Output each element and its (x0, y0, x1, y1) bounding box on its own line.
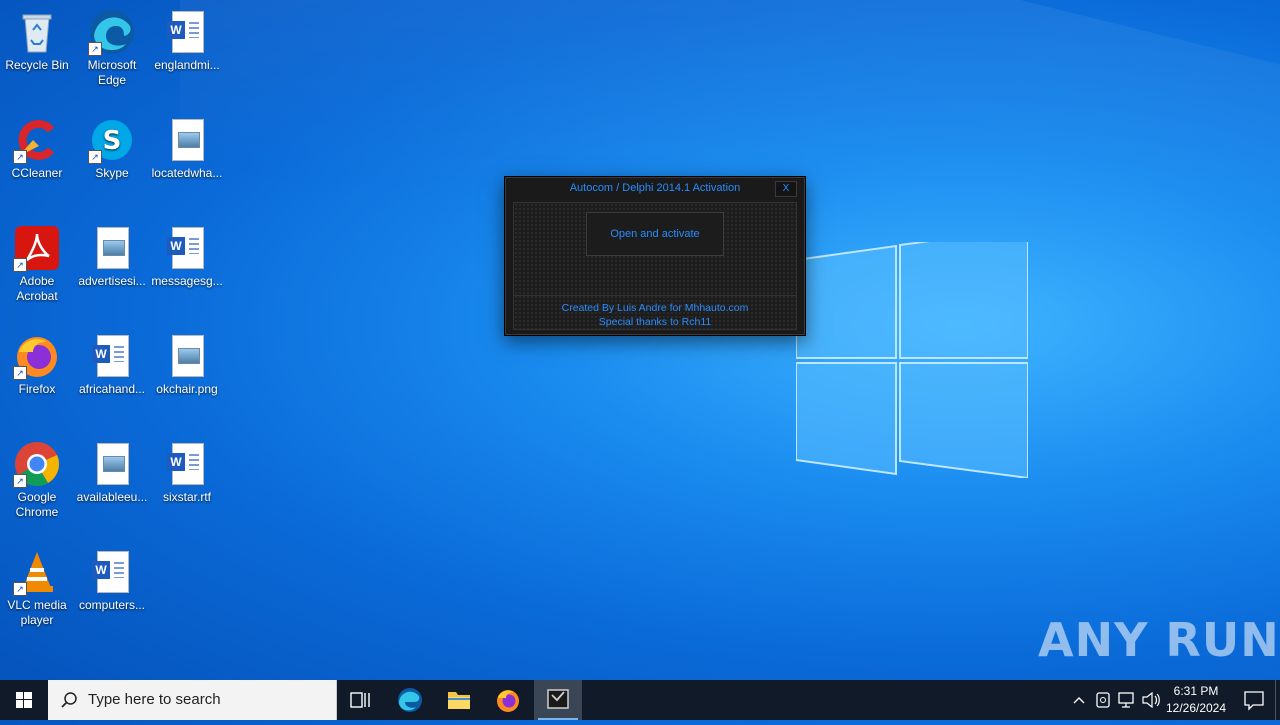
word-doc-icon: W (163, 8, 211, 56)
desktop-icon-label: okchair.png (156, 382, 218, 396)
show-desktop-button[interactable] (1275, 680, 1280, 720)
network-icon (1118, 692, 1134, 708)
desktop-icon-vlc[interactable]: ↗ VLC media player (0, 544, 74, 628)
shortcut-arrow-icon: ↗ (13, 474, 27, 488)
firefox-icon (497, 690, 519, 712)
credit-line-2: Special thanks to Rch11 (598, 316, 712, 328)
desktop-icon-okchair[interactable]: okchair.png (150, 328, 224, 397)
desktop-icon-skype[interactable]: S ↗ Skype (75, 112, 149, 181)
desktop-icon-microsoft-edge[interactable]: ↗ Microsoft Edge (75, 4, 149, 88)
open-and-activate-button[interactable]: Open and activate (586, 212, 724, 256)
action-center-button[interactable] (1234, 680, 1274, 720)
desktop-icon-label: locatedwha... (151, 166, 223, 180)
desktop-icon-recycle-bin[interactable]: Recycle Bin (0, 4, 74, 73)
desktop-icon-label: Google Chrome (15, 490, 59, 519)
word-doc-icon: W (88, 332, 136, 380)
tray-device-icon-button[interactable] (1091, 680, 1115, 720)
word-doc-icon: W (163, 224, 211, 272)
shortcut-arrow-icon: ↗ (13, 366, 27, 380)
window-title: Autocom / Delphi 2014.1 Activation (569, 182, 741, 194)
image-file-icon (88, 224, 136, 272)
start-button[interactable] (0, 680, 48, 720)
credit-line-1: Created By Luis Andre for Mhhauto.com (561, 302, 749, 314)
edge-icon: ↗ (88, 8, 136, 56)
desktop-icon-label: computers... (78, 598, 146, 612)
credits: Created By Luis Andre for Mhhauto.com Sp… (514, 301, 796, 329)
shortcut-arrow-icon: ↗ (13, 150, 27, 164)
taskbar-activation-app[interactable] (534, 680, 582, 720)
desktop-icon-label: CCleaner (11, 166, 63, 180)
app-window-icon (547, 689, 569, 709)
edge-icon (398, 688, 422, 712)
taskbar-clock[interactable]: 6:31 PM 12/26/2024 (1160, 680, 1232, 720)
clock-date: 12/26/2024 (1165, 701, 1227, 715)
recycle-bin-icon (13, 8, 61, 56)
desktop-icon-label: Adobe Acrobat (16, 274, 58, 303)
desktop-icon-africahand[interactable]: W africahand... (75, 328, 149, 397)
shortcut-arrow-icon: ↗ (13, 258, 27, 272)
network-button[interactable] (1115, 680, 1139, 720)
desktop-icon-ccleaner[interactable]: ↗ CCleaner (0, 112, 74, 181)
desktop-icon-label: englandmi... (154, 58, 220, 72)
desktop: Recycle Bin ↗ CCleaner ↗ Adobe Acrobat ↗… (0, 0, 1280, 680)
svg-text:S: S (103, 126, 122, 156)
taskbar-file-explorer[interactable] (435, 680, 483, 720)
word-doc-icon: W (163, 440, 211, 488)
image-file-icon (88, 440, 136, 488)
skype-icon: S ↗ (88, 116, 136, 164)
search-box[interactable]: Type here to search (48, 680, 337, 720)
desktop-icon-label: availableeu... (76, 490, 148, 504)
ccleaner-icon: ↗ (13, 116, 61, 164)
desktop-icon-locatedwha[interactable]: locatedwha... (150, 112, 224, 181)
acrobat-icon: ↗ (13, 224, 61, 272)
desktop-icon-label: Skype (95, 166, 129, 180)
taskbar-edge[interactable] (386, 680, 434, 720)
chrome-icon: ↗ (13, 440, 61, 488)
anyrun-watermark: ANY RUN (1038, 613, 1280, 667)
desktop-icon-firefox[interactable]: ↗ Firefox (0, 328, 74, 397)
search-placeholder: Type here to search (88, 691, 221, 708)
task-view-button[interactable] (336, 680, 384, 720)
close-button[interactable]: X (775, 181, 797, 197)
folder-icon (448, 692, 470, 709)
image-file-icon (163, 332, 211, 380)
desktop-icon-englandmi[interactable]: W englandmi... (150, 4, 224, 73)
word-doc-icon: W (88, 548, 136, 596)
desktop-icon-label: VLC media player (7, 598, 67, 627)
shortcut-arrow-icon: ↗ (13, 582, 27, 596)
desktop-icon-sixstar[interactable]: W sixstar.rtf (150, 436, 224, 505)
taskbar: Type here to search 6:31 PM 12/26/2024 (0, 680, 1280, 720)
chevron-up-icon (1073, 697, 1085, 704)
vlc-icon: ↗ (13, 548, 61, 596)
notification-icon (1244, 691, 1264, 711)
desktop-icon-google-chrome[interactable]: ↗ Google Chrome (0, 436, 74, 520)
desktop-icon-label: sixstar.rtf (162, 490, 211, 504)
show-hidden-icons-button[interactable] (1067, 680, 1091, 720)
desktop-icon-computers[interactable]: W computers... (75, 544, 149, 613)
search-icon (61, 692, 77, 708)
desktop-icon-adobe-acrobat[interactable]: ↗ Adobe Acrobat (0, 220, 74, 304)
clock-time: 6:31 PM (1173, 684, 1219, 698)
windows-start-icon (16, 692, 32, 708)
image-file-icon (163, 116, 211, 164)
task-view-icon (350, 692, 370, 708)
taskbar-firefox[interactable] (484, 680, 532, 720)
divider (514, 295, 796, 296)
desktop-icon-label: advertisesi... (78, 274, 146, 288)
shortcut-arrow-icon: ↗ (88, 42, 102, 56)
desktop-icon-label: africahand... (78, 382, 146, 396)
shortcut-arrow-icon: ↗ (88, 150, 102, 164)
activation-window: Autocom / Delphi 2014.1 Activation X Ope… (504, 176, 806, 336)
desktop-icon-advertisesi[interactable]: advertisesi... (75, 220, 149, 289)
desktop-icon-label: Microsoft Edge (87, 58, 137, 87)
desktop-icon-label: messagesg... (151, 274, 223, 288)
desktop-icon-availableeu[interactable]: availableeu... (75, 436, 149, 505)
desktop-icon-messagesg[interactable]: W messagesg... (150, 220, 224, 289)
device-icon (1096, 692, 1110, 708)
windows-wallpaper-logo (796, 242, 1028, 478)
desktop-icon-label: Recycle Bin (5, 58, 69, 72)
firefox-icon: ↗ (13, 332, 61, 380)
window-body: Open and activate Created By Luis Andre … (513, 202, 797, 330)
desktop-icon-label: Firefox (18, 382, 56, 396)
